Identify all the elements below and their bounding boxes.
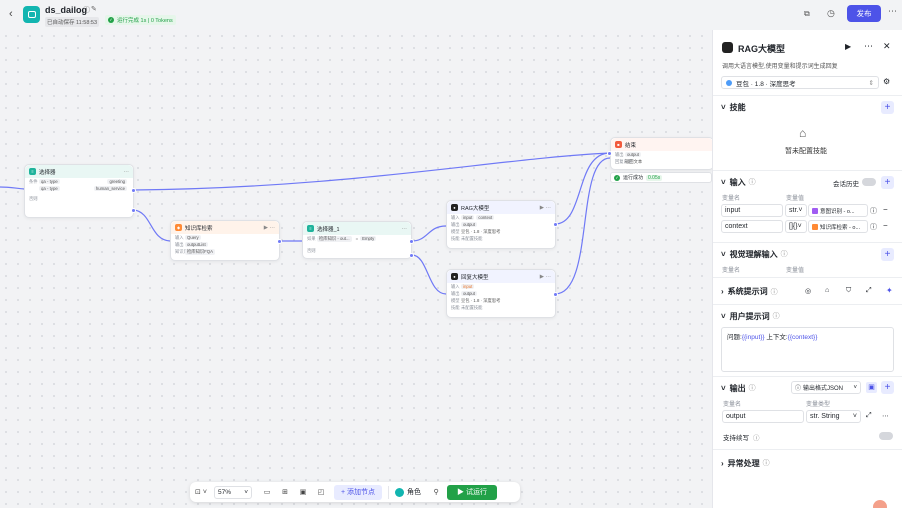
panel-title: RAG大模型 bbox=[738, 44, 785, 54]
optimize-icon[interactable]: ◎ bbox=[805, 287, 811, 295]
role-icon bbox=[395, 487, 405, 497]
test-run-button[interactable]: ▶ 试运行 bbox=[447, 484, 497, 500]
model-settings-icon[interactable]: ⚙ bbox=[883, 77, 890, 86]
end-icon: ■ bbox=[615, 141, 622, 148]
input-var-type[interactable]: str. ˅ bbox=[785, 204, 807, 217]
zoom-select[interactable]: 57% ˅ bbox=[214, 485, 252, 499]
selector-icon: ≡ bbox=[307, 225, 314, 232]
input-var-name[interactable]: input bbox=[721, 204, 783, 217]
expand-icon[interactable]: ⤢ bbox=[866, 412, 872, 420]
remove-icon[interactable]: − bbox=[883, 205, 888, 214]
llm-icon: ● bbox=[451, 273, 458, 280]
more-icon[interactable]: ⋯ bbox=[864, 41, 873, 52]
shield-icon[interactable]: ⛉ bbox=[846, 287, 851, 295]
selector-icon: ≡ bbox=[29, 168, 36, 175]
info-icon: ⓘ bbox=[753, 435, 760, 442]
expand-icon[interactable]: › bbox=[721, 287, 724, 296]
info-icon[interactable]: ⓘ bbox=[870, 222, 877, 232]
collapse-icon[interactable]: ˅ bbox=[721, 250, 726, 259]
input-var-value[interactable]: 知识库检索 - o... bbox=[808, 220, 868, 233]
panel-subtitle: 调用大语言模型,使用变量和提示词生成回复 bbox=[722, 64, 838, 70]
image-icon[interactable]: ▣ bbox=[294, 488, 312, 496]
port[interactable] bbox=[409, 253, 414, 258]
node-selector[interactable]: ≡ 选择器 ⋯ 条件 qa - type greeting qa - type hum… bbox=[24, 164, 134, 218]
add-vision-button[interactable]: + bbox=[881, 248, 894, 261]
input-var-name[interactable]: context bbox=[721, 220, 783, 233]
expand-icon[interactable]: › bbox=[721, 459, 724, 468]
magic-icon[interactable]: ✦ bbox=[886, 286, 893, 295]
node-reply-llm[interactable]: ● 回复大模型 ▶ ⋯ 输入 input 输出 output 模型 豆包 · 1.8 … bbox=[446, 269, 556, 318]
port[interactable] bbox=[277, 239, 282, 244]
history-toggle[interactable] bbox=[862, 178, 876, 186]
history-icon[interactable]: ◷ bbox=[827, 8, 835, 19]
info-icon: ⓘ bbox=[762, 460, 770, 467]
collapse-icon[interactable]: ˅ bbox=[721, 384, 726, 393]
add-skill-button[interactable]: + bbox=[881, 101, 894, 114]
close-icon[interactable]: ✕ bbox=[883, 41, 891, 52]
end-run-result[interactable]: ✓ 运行成功 0.05s bbox=[610, 172, 712, 183]
run-node-icon[interactable]: ▶ ⋯ bbox=[264, 225, 275, 231]
role-button[interactable]: 角色 bbox=[395, 487, 421, 497]
node-end[interactable]: ■ 结束 输出 output 回复内容 返回文本 bbox=[610, 137, 714, 170]
pointer-icon[interactable]: ⊡ ˅ bbox=[190, 488, 212, 496]
library-icon[interactable]: ⌂ bbox=[825, 287, 829, 294]
run-node-icon[interactable]: ▶ ⋯ bbox=[540, 274, 551, 280]
llm-icon: ● bbox=[451, 204, 458, 211]
info-icon[interactable]: ⓘ bbox=[870, 206, 877, 216]
layout-icon[interactable]: ⊞ bbox=[276, 488, 294, 496]
add-node-button[interactable]: + 添加节点 bbox=[334, 484, 383, 500]
node-rag-llm[interactable]: ● RAG大模型 ▶ ⋯ 输入 input context 输出 output 模型豆… bbox=[446, 200, 556, 249]
info-icon: ⓘ bbox=[780, 251, 788, 258]
collapse-icon[interactable]: ˅ bbox=[721, 178, 726, 187]
node-more-icon[interactable]: ⋯ bbox=[124, 169, 130, 175]
input-var-value[interactable]: 意图识别 - o... bbox=[808, 204, 868, 217]
more-icon[interactable]: ⋯ bbox=[882, 412, 889, 420]
node-knowledge-retrieval[interactable]: ◆ 知识库检索 ▶ ⋯ 输入 Query 输出 outputList 知识库 检库知识… bbox=[170, 220, 280, 261]
success-icon: ✓ bbox=[614, 174, 620, 181]
run-icon[interactable]: ▶ bbox=[845, 42, 851, 51]
node-config-panel: RAG大模型 ▶ ⋯ ✕ 调用大语言模型,使用变量和提示词生成回复 豆包 · 1… bbox=[712, 30, 902, 508]
assistant-avatar[interactable] bbox=[873, 500, 887, 508]
comment-icon[interactable]: ▭ bbox=[258, 488, 276, 496]
info-icon: ⓘ bbox=[748, 385, 756, 392]
debug-icon[interactable]: ⚲ bbox=[427, 488, 445, 496]
info-icon: ⓘ bbox=[770, 288, 778, 296]
add-input-button[interactable]: + bbox=[881, 176, 894, 189]
skills-empty-text: 暂未配置技能 bbox=[785, 148, 827, 155]
canvas-toolbar: ⊡ ˅ 57% ˅ ▭ ⊞ ▣ ◰ + 添加节点 角色 ⚲ ▶ 试运行 bbox=[190, 482, 520, 502]
knowledge-icon: ◆ bbox=[175, 224, 182, 231]
input-var-type[interactable]: []{} ˅ bbox=[785, 220, 807, 233]
llm-icon bbox=[722, 42, 733, 53]
minimap-icon[interactable]: ◰ bbox=[312, 488, 330, 496]
user-prompt-editor[interactable]: 问题:{{input}} 上下文:{{context}} bbox=[721, 327, 894, 372]
run-node-icon[interactable]: ▶ ⋯ bbox=[540, 205, 551, 211]
collapse-icon[interactable]: ˅ bbox=[721, 312, 726, 321]
model-icon bbox=[726, 79, 732, 86]
model-select[interactable]: 豆包 · 1.8 · 深度思考 ⇕ bbox=[721, 76, 879, 89]
port[interactable] bbox=[553, 222, 558, 227]
info-icon: ⓘ bbox=[748, 179, 756, 186]
stream-toggle[interactable] bbox=[879, 432, 893, 440]
publish-button[interactable]: 发布 bbox=[847, 5, 881, 22]
output-var-type[interactable]: str. String ˅ bbox=[806, 410, 861, 423]
output-var-name[interactable]: output bbox=[722, 410, 804, 423]
output-format-select[interactable]: ⓘ 输出格式JSON ˅ bbox=[791, 381, 861, 394]
port[interactable] bbox=[553, 292, 558, 297]
node-more-icon[interactable]: ⋯ bbox=[402, 226, 408, 232]
info-icon: ⓘ bbox=[772, 313, 780, 320]
port[interactable] bbox=[131, 208, 136, 213]
port[interactable] bbox=[131, 188, 136, 193]
empty-skills-icon: ⌂ bbox=[799, 126, 807, 140]
port[interactable] bbox=[409, 239, 414, 244]
node-selector-1[interactable]: ≡ 选择器_1 ⋯ 如果 检库知识 - out... = Empty 否则 bbox=[302, 221, 412, 259]
port[interactable] bbox=[607, 151, 612, 156]
remove-icon[interactable]: − bbox=[883, 221, 888, 230]
format-icon[interactable]: ▣ bbox=[866, 382, 877, 393]
collapse-icon[interactable]: ˅ bbox=[721, 103, 726, 112]
more-icon[interactable]: ⋯ bbox=[888, 6, 897, 17]
expand-editor-icon[interactable]: ⤢ bbox=[866, 287, 872, 295]
add-output-button[interactable]: + bbox=[881, 381, 894, 394]
copy-icon[interactable]: ⧉ bbox=[804, 9, 810, 19]
